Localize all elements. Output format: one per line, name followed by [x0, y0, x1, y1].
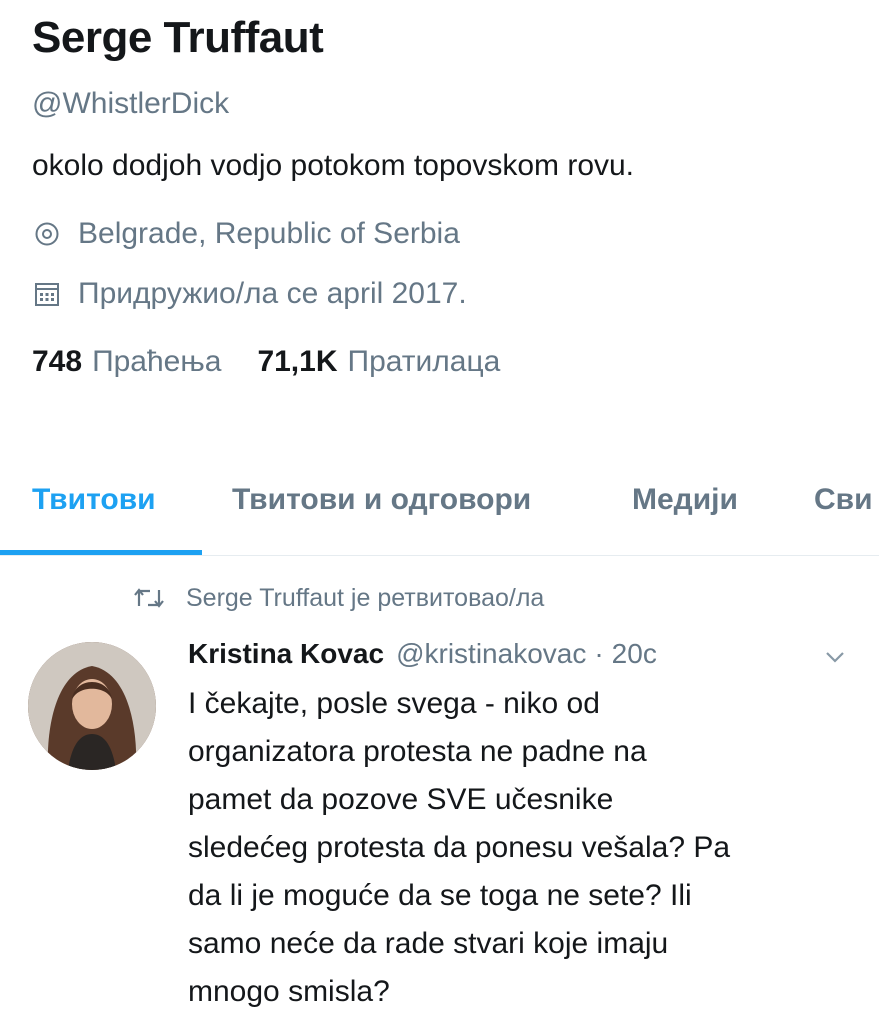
- profile-handle: @WhistlerDick: [32, 87, 230, 120]
- retweet-icon: [132, 586, 166, 610]
- tab-likes[interactable]: Сви: [814, 478, 873, 522]
- tweet-author-handle[interactable]: @kristinakovac: [396, 634, 586, 674]
- chevron-down-icon[interactable]: [822, 644, 848, 670]
- profile-header: Serge Truffaut @WhistlerDick okolo dodjo…: [32, 12, 859, 380]
- profile-joined-text: Придружио/ла се april 2017.: [78, 277, 467, 310]
- following-label[interactable]: Праћења: [92, 344, 221, 380]
- tweet-text: I čekajte, posle svega - niko od organiz…: [188, 687, 731, 1008]
- profile-bio: okolo dodjoh vodjo potokom topovskom rov…: [32, 149, 635, 182]
- retweet-context: Serge Truffaut je ретвитовао/ла: [132, 582, 544, 614]
- followers-label[interactable]: Пратилаца: [348, 344, 501, 380]
- profile-location: Belgrade, Republic of Serbia: [32, 216, 859, 252]
- tweet-timestamp[interactable]: 20с: [612, 634, 657, 674]
- active-tab-indicator: [0, 550, 202, 555]
- tab-tweets[interactable]: Твитови: [32, 478, 156, 522]
- followers-count[interactable]: 71,1K: [257, 344, 337, 380]
- tab-media[interactable]: Медији: [632, 478, 738, 522]
- avatar[interactable]: [28, 642, 156, 770]
- tweet[interactable]: Serge Truffaut je ретвитовао/ла Kristina…: [0, 572, 879, 1024]
- retweet-text: Serge Truffaut je ретвитовао/ла: [186, 584, 545, 612]
- tweet-author-name[interactable]: Kristina Kovac: [188, 634, 384, 674]
- profile-name: Serge Truffaut: [32, 13, 324, 62]
- profile-location-text: Belgrade, Republic of Serbia: [78, 217, 460, 250]
- separator: ·: [594, 638, 604, 669]
- profile-joined: Придружио/ла се april 2017.: [32, 276, 859, 312]
- calendar-icon: [32, 279, 62, 309]
- location-pin-icon: [32, 219, 62, 249]
- following-count[interactable]: 748: [32, 344, 82, 380]
- tweet-header: Kristina Kovac @kristinakovac · 20с: [188, 634, 657, 674]
- tab-tweets-and-replies[interactable]: Твитови и одговори: [232, 478, 531, 522]
- profile-tabs: Твитови Твитови и одговори Медији Сви: [0, 470, 879, 556]
- profile-stats: 748 Праћења 71,1K Пратилаца: [32, 344, 859, 380]
